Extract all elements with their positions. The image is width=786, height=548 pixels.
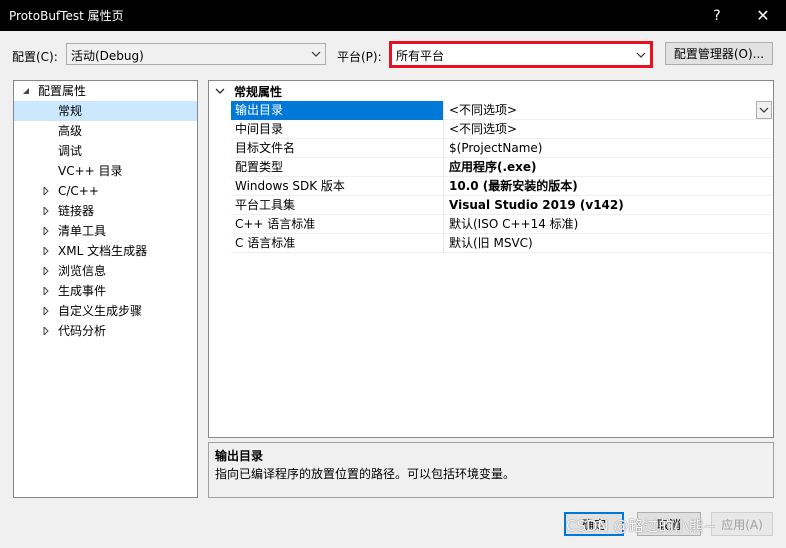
expand-triangle-icon[interactable] — [42, 227, 50, 235]
tree-item[interactable]: 高级 — [14, 121, 197, 141]
property-name[interactable]: C 语言标准 — [231, 234, 444, 253]
category-general-properties[interactable]: 常规属性 — [209, 81, 773, 101]
close-button[interactable]: ✕ — [740, 0, 786, 31]
tree-item-label: 自定义生成步骤 — [58, 304, 143, 318]
tree-item-label: 高级 — [58, 124, 83, 138]
property-row[interactable]: C 语言标准 默认(旧 MSVC) — [209, 234, 773, 253]
expand-triangle-icon[interactable] — [42, 287, 50, 295]
tree-item[interactable]: C/C++ — [14, 181, 197, 201]
expand-triangle-icon[interactable] — [42, 307, 50, 315]
tree-root-label: 配置属性 — [38, 84, 87, 98]
property-tree[interactable]: 配置属性 常规高级调试 VC++ 目录 C/C++ 链接器清单工具 XML 文档生成器浏… — [13, 80, 198, 498]
expand-triangle-icon[interactable] — [42, 267, 50, 275]
property-name[interactable]: 输出目录 — [231, 101, 444, 120]
property-row[interactable]: 配置类型 应用程序(.exe) — [209, 158, 773, 177]
title-bar: ProtoBufTest 属性页 ? ✕ — [0, 0, 786, 31]
property-name[interactable]: 目标文件名 — [231, 139, 444, 158]
description-panel: 输出目录 指向已编译程序的放置位置的路径。可以包括环境变量。 — [208, 442, 774, 498]
property-grid[interactable]: 常规属性 输出目录 <不同选项> 中间目录 <不同选项> 目标文件名 $(ProjectN… — [208, 80, 774, 438]
category-label: 常规属性 — [234, 85, 283, 99]
chevron-down-icon — [636, 52, 646, 58]
ok-button[interactable]: 确定 — [564, 512, 624, 536]
expand-triangle-icon[interactable] — [42, 187, 50, 195]
property-value[interactable]: Visual Studio 2019 (v142) — [445, 196, 773, 215]
property-row[interactable]: C++ 语言标准 默认(ISO C++14 标准) — [209, 215, 773, 234]
tree-item-label: C/C++ — [58, 184, 99, 198]
tree-item[interactable]: 调试 — [14, 141, 197, 161]
property-value[interactable]: 10.0 (最新安装的版本) — [445, 177, 773, 196]
tree-item-label: 清单工具 — [58, 224, 107, 238]
config-select[interactable]: 活动(Debug) — [66, 43, 326, 65]
property-name[interactable]: 平台工具集 — [231, 196, 444, 215]
row-gutter — [209, 101, 231, 120]
description-title: 输出目录 — [215, 449, 264, 463]
tree-item-label: 调试 — [58, 144, 83, 158]
tree-item-label: VC++ 目录 — [58, 164, 123, 178]
expand-triangle-icon[interactable] — [42, 327, 50, 335]
property-name[interactable]: 配置类型 — [231, 158, 444, 177]
window-title: ProtoBufTest 属性页 — [9, 9, 124, 23]
tree-item[interactable]: 清单工具 — [14, 221, 197, 241]
property-row[interactable]: 平台工具集 Visual Studio 2019 (v142) — [209, 196, 773, 215]
config-manager-button[interactable]: 配置管理器(O)... — [665, 42, 773, 65]
property-row[interactable]: 目标文件名 $(ProjectName) — [209, 139, 773, 158]
property-value[interactable]: <不同选项> — [445, 101, 773, 120]
config-label: 配置(C): — [12, 50, 58, 64]
tree-item[interactable]: 链接器 — [14, 201, 197, 221]
row-gutter — [209, 139, 231, 158]
tree-root-config-properties[interactable]: 配置属性 — [14, 81, 197, 101]
row-gutter — [209, 196, 231, 215]
property-value[interactable]: 应用程序(.exe) — [445, 158, 773, 177]
platform-label: 平台(P): — [337, 50, 382, 64]
property-name[interactable]: C++ 语言标准 — [231, 215, 444, 234]
collapse-triangle-icon[interactable] — [22, 87, 30, 95]
tree-item-label: 常规 — [58, 104, 83, 118]
expand-triangle-icon[interactable] — [42, 247, 50, 255]
tree-item[interactable]: VC++ 目录 — [14, 161, 197, 181]
tree-item[interactable]: 浏览信息 — [14, 261, 197, 281]
row-gutter — [209, 158, 231, 177]
row-gutter — [209, 120, 231, 139]
tree-item-label: 链接器 — [58, 204, 95, 218]
property-value[interactable]: $(ProjectName) — [445, 139, 773, 158]
property-row[interactable]: 中间目录 <不同选项> — [209, 120, 773, 139]
property-value[interactable]: 默认(旧 MSVC) — [445, 234, 773, 253]
row-gutter — [209, 215, 231, 234]
tree-item[interactable]: 常规 — [14, 101, 197, 121]
value-dropdown-button[interactable] — [756, 101, 772, 119]
help-button[interactable]: ? — [694, 0, 740, 31]
cancel-button[interactable]: 取消 — [637, 512, 701, 536]
platform-select-value: 所有平台 — [396, 49, 445, 63]
config-select-value: 活动(Debug) — [71, 49, 144, 63]
description-text: 指向已编译程序的放置位置的路径。可以包括环境变量。 — [215, 467, 516, 481]
property-value[interactable]: 默认(ISO C++14 标准) — [445, 215, 773, 234]
property-name[interactable]: Windows SDK 版本 — [231, 177, 444, 196]
chevron-down-icon — [311, 51, 321, 57]
tree-item[interactable]: 自定义生成步骤 — [14, 301, 197, 321]
tree-item-label: 浏览信息 — [58, 264, 107, 278]
row-gutter — [209, 177, 231, 196]
tree-item-label: XML 文档生成器 — [58, 244, 148, 258]
platform-select[interactable]: 所有平台 — [389, 41, 653, 68]
tree-item-label: 生成事件 — [58, 284, 107, 298]
chevron-down-icon[interactable] — [215, 87, 225, 95]
chevron-down-icon — [759, 107, 769, 113]
property-row[interactable]: Windows SDK 版本 10.0 (最新安装的版本) — [209, 177, 773, 196]
property-name[interactable]: 中间目录 — [231, 120, 444, 139]
property-row[interactable]: 输出目录 <不同选项> — [209, 101, 773, 120]
apply-button[interactable]: 应用(A) — [711, 512, 773, 536]
row-gutter — [209, 234, 231, 253]
expand-triangle-icon[interactable] — [42, 207, 50, 215]
tree-item-label: 代码分析 — [58, 324, 107, 338]
tree-item[interactable]: 代码分析 — [14, 321, 197, 341]
tree-item[interactable]: XML 文档生成器 — [14, 241, 197, 261]
property-value[interactable]: <不同选项> — [445, 120, 773, 139]
property-pages-window: ProtoBufTest 属性页 ? ✕ 配置(C): 活动(Debug) 平台… — [0, 0, 786, 548]
tree-item[interactable]: 生成事件 — [14, 281, 197, 301]
